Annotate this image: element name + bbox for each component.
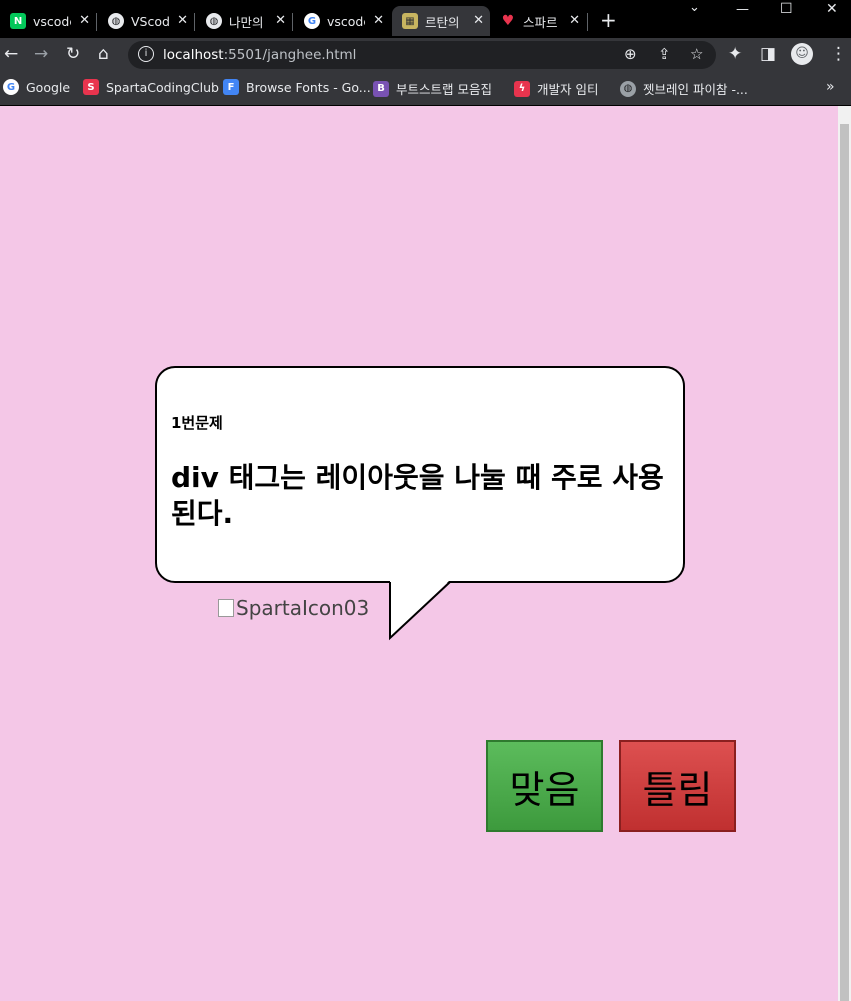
bookmark-browse-fonts[interactable]: F Browse Fonts - Go... bbox=[223, 79, 371, 95]
tab-4[interactable]: G vscode ✕ bbox=[294, 6, 390, 36]
bolt-icon: ϟ bbox=[514, 80, 530, 97]
bookmark-label: 개발자 임티 bbox=[537, 82, 599, 97]
pixel-icon: ▦ bbox=[402, 13, 418, 29]
site-info-icon[interactable]: i bbox=[138, 46, 154, 62]
address-bar[interactable]: i localhost:5501/janghee.html ⊕ ⇪ ☆ bbox=[128, 41, 716, 69]
minimize-icon[interactable]: — bbox=[736, 2, 749, 24]
browser-toolbar: ← → ↻ ⌂ i localhost:5501/janghee.html ⊕ … bbox=[0, 38, 851, 73]
close-icon[interactable]: ✕ bbox=[569, 13, 580, 28]
reload-icon[interactable]: ↻ bbox=[66, 44, 80, 64]
tab-separator bbox=[96, 13, 97, 31]
url-path: :5501/janghee.html bbox=[223, 47, 357, 63]
sparta-icon: S bbox=[83, 79, 99, 95]
tab-title: 나만의 bbox=[229, 14, 264, 30]
tab-separator bbox=[292, 13, 293, 31]
tab-3[interactable]: ◍ 나만의 ✕ bbox=[196, 6, 292, 36]
google-fonts-icon: F bbox=[223, 79, 239, 95]
tab-title: vscode bbox=[327, 13, 365, 29]
maximize-icon[interactable]: ☐ bbox=[780, 1, 793, 23]
page-scrollbar[interactable] bbox=[838, 106, 851, 1001]
extensions-puzzle-icon[interactable]: ✦ bbox=[728, 44, 742, 64]
bubble-tail bbox=[389, 580, 451, 641]
tab-separator bbox=[587, 13, 588, 31]
bookmark-google[interactable]: G Google bbox=[3, 79, 70, 95]
bookmark-label: SpartaCodingClub bbox=[106, 79, 219, 95]
google-icon: G bbox=[3, 79, 19, 95]
close-icon[interactable]: ✕ bbox=[473, 13, 484, 28]
globe-icon: ◍ bbox=[620, 80, 636, 97]
side-panel-icon[interactable]: ◨ bbox=[760, 44, 776, 64]
bookmark-star-icon[interactable]: ☆ bbox=[690, 45, 703, 63]
tab-title: 르탄의 bbox=[425, 14, 460, 30]
bookmark-label: Browse Fonts - Go... bbox=[246, 79, 371, 95]
question-bubble: 1번문제 div 태그는 레이아웃을 나눌 때 주로 사용된다. bbox=[155, 366, 685, 583]
bookmark-dev-emoticons[interactable]: ϟ 개발자 임티 bbox=[514, 79, 598, 98]
bookmark-spartacodingclub[interactable]: S SpartaCodingClub bbox=[83, 79, 219, 95]
home-icon[interactable]: ⌂ bbox=[98, 44, 109, 64]
broken-image-icon bbox=[218, 599, 234, 617]
google-icon: G bbox=[304, 13, 320, 29]
question-number: 1번문제 bbox=[171, 414, 223, 432]
close-icon[interactable]: ✕ bbox=[79, 13, 90, 28]
bookmark-label: 젯브레인 파이참 -... bbox=[643, 82, 748, 97]
chevron-down-icon[interactable]: ⌄ bbox=[689, 0, 700, 22]
forward-arrow-icon[interactable]: → bbox=[34, 44, 48, 64]
sparta-heart-icon: ♥ bbox=[501, 13, 515, 29]
zoom-icon[interactable]: ⊕ bbox=[624, 45, 637, 63]
profile-avatar-icon[interactable]: ☺ bbox=[791, 43, 813, 65]
question-text: div 태그는 레이아웃을 나눌 때 주로 사용된다. bbox=[171, 461, 664, 530]
close-icon[interactable]: ✕ bbox=[275, 13, 286, 28]
naver-icon: N bbox=[10, 13, 26, 29]
globe-icon: ◍ bbox=[108, 13, 124, 29]
tab-strip: N vscode ✕ ◍ VScode ✕ ◍ 나만의 ✕ G vscode ✕… bbox=[0, 0, 851, 38]
image-alt-text: SpartaIcon03 bbox=[236, 596, 370, 620]
menu-dots-icon[interactable]: ⋮ bbox=[830, 44, 847, 64]
close-window-icon[interactable]: ✕ bbox=[826, 1, 838, 23]
browser-chrome: N vscode ✕ ◍ VScode ✕ ◍ 나만의 ✕ G vscode ✕… bbox=[0, 0, 851, 106]
bookmark-jetbrains-pycharm[interactable]: ◍ 젯브레인 파이참 -... bbox=[620, 79, 748, 98]
bookmark-label: Google bbox=[26, 79, 71, 95]
close-icon[interactable]: ✕ bbox=[373, 13, 384, 28]
bookmark-bootstrap[interactable]: B 부트스트랩 모음집 bbox=[373, 79, 492, 98]
bookmarks-overflow-icon[interactable]: » bbox=[826, 79, 835, 95]
close-icon[interactable]: ✕ bbox=[177, 13, 188, 28]
tab-1[interactable]: N vscode ✕ bbox=[0, 6, 96, 36]
tab-2[interactable]: ◍ VScode ✕ bbox=[98, 6, 194, 36]
new-tab-button[interactable]: + bbox=[600, 8, 617, 32]
tab-separator bbox=[194, 13, 195, 31]
url-text: localhost:5501/janghee.html bbox=[163, 47, 356, 63]
back-arrow-icon[interactable]: ← bbox=[4, 44, 18, 64]
bookmarks-bar: G Google S SpartaCodingClub F Browse Fon… bbox=[0, 73, 851, 106]
share-icon[interactable]: ⇪ bbox=[658, 45, 671, 63]
globe-icon: ◍ bbox=[206, 13, 222, 29]
tab-title: VScode bbox=[131, 13, 169, 29]
tab-5-active[interactable]: ▦ 르탄의 ✕ bbox=[392, 6, 490, 36]
bootstrap-icon: B bbox=[373, 80, 389, 97]
answer-wrong-button[interactable]: 틀림 bbox=[619, 740, 736, 832]
character-image: SpartaIcon03 bbox=[218, 596, 369, 620]
scrollbar-thumb[interactable] bbox=[840, 124, 849, 1001]
tab-6[interactable]: ♥ 스파르 ✕ bbox=[490, 6, 586, 36]
answer-correct-button[interactable]: 맞음 bbox=[486, 740, 603, 832]
url-host: localhost bbox=[163, 47, 224, 63]
tab-title: vscode bbox=[33, 13, 71, 29]
bookmark-label: 부트스트랩 모음집 bbox=[396, 82, 492, 97]
tab-title: 스파르 bbox=[523, 14, 558, 30]
